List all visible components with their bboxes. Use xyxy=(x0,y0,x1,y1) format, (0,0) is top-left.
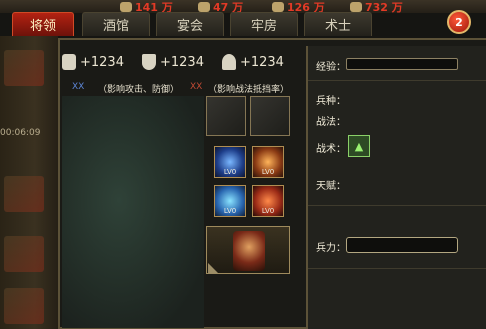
close-badge: 2 xyxy=(455,15,463,29)
tab-tavern[interactable]: 酒馆 xyxy=(82,12,150,36)
divider xyxy=(308,268,486,269)
tab-label: 牢房 xyxy=(250,19,277,34)
force-bar xyxy=(346,237,458,253)
side-thumb xyxy=(4,50,44,86)
talent-label: 天赋： xyxy=(316,181,346,192)
stat-row: +1234 +1234 +1234 xyxy=(62,46,302,78)
person-icon xyxy=(221,54,236,70)
skill-slot[interactable]: LV0 xyxy=(252,146,284,178)
left-background-strip: 00:06:09 xyxy=(0,36,58,329)
tactic-label: 战术： xyxy=(316,144,346,155)
tab-label: 宴会 xyxy=(176,19,203,34)
exp-label: 经验： xyxy=(316,62,346,73)
exp-bar xyxy=(346,58,458,70)
divider xyxy=(308,80,486,81)
command-value: +1234 xyxy=(239,54,284,70)
expand-corner-icon: ◣ xyxy=(208,260,219,276)
battle-method-label: 战法： xyxy=(316,117,346,128)
sword-icon xyxy=(62,54,76,70)
tab-label: 术士 xyxy=(324,19,351,34)
skill-slot[interactable]: LV0 xyxy=(252,185,284,217)
force-label: 兵力： xyxy=(316,243,346,254)
skill-level: LV0 xyxy=(261,207,275,215)
defense-stat: +1234 xyxy=(141,54,204,70)
tab-generals[interactable]: 将领 xyxy=(12,12,74,36)
side-thumb xyxy=(4,176,44,212)
resist-xx: XX xyxy=(190,82,203,92)
tab-label: 酒馆 xyxy=(102,19,129,34)
divider xyxy=(308,205,486,206)
grain-icon xyxy=(198,1,210,12)
general-portrait-area xyxy=(62,96,204,328)
skill-level: LV0 xyxy=(223,168,237,176)
general-avatar xyxy=(233,231,265,271)
silver-coin-icon xyxy=(120,1,132,12)
skill-level: LV0 xyxy=(261,168,275,176)
attack-influence-text: （影响攻击、防御） xyxy=(98,85,180,95)
skill-slot[interactable]: LV0 xyxy=(214,185,246,217)
tab-label: 将领 xyxy=(29,19,56,34)
command-stat: +1234 xyxy=(221,54,284,70)
countdown-timer: 00:06:09 xyxy=(0,128,41,138)
tab-sorcerer[interactable]: 术士 xyxy=(304,12,372,36)
equipment-slot-weapon[interactable] xyxy=(206,96,246,136)
wood-icon xyxy=(272,1,284,12)
tab-prison[interactable]: 牢房 xyxy=(230,12,298,36)
shield-icon xyxy=(141,54,156,70)
tab-banquet[interactable]: 宴会 xyxy=(156,12,224,36)
resist-influence-text: （影响战法抵挡率） xyxy=(208,85,290,95)
skill-slot[interactable]: LV0 xyxy=(214,146,246,178)
attack-xx: XX xyxy=(72,82,85,92)
side-thumb xyxy=(4,288,44,324)
side-thumb xyxy=(4,236,44,272)
attack-stat: +1234 xyxy=(62,54,124,70)
equipment-slot-armor[interactable] xyxy=(250,96,290,136)
defense-value: +1234 xyxy=(159,54,204,70)
skill-level: LV0 xyxy=(223,207,237,215)
close-button[interactable]: 2 xyxy=(447,10,471,34)
troop-type-label: 兵种： xyxy=(316,96,346,107)
tactic-icon[interactable]: ▲ xyxy=(348,135,370,157)
attack-value: +1234 xyxy=(80,54,124,70)
gold-icon xyxy=(350,1,362,12)
